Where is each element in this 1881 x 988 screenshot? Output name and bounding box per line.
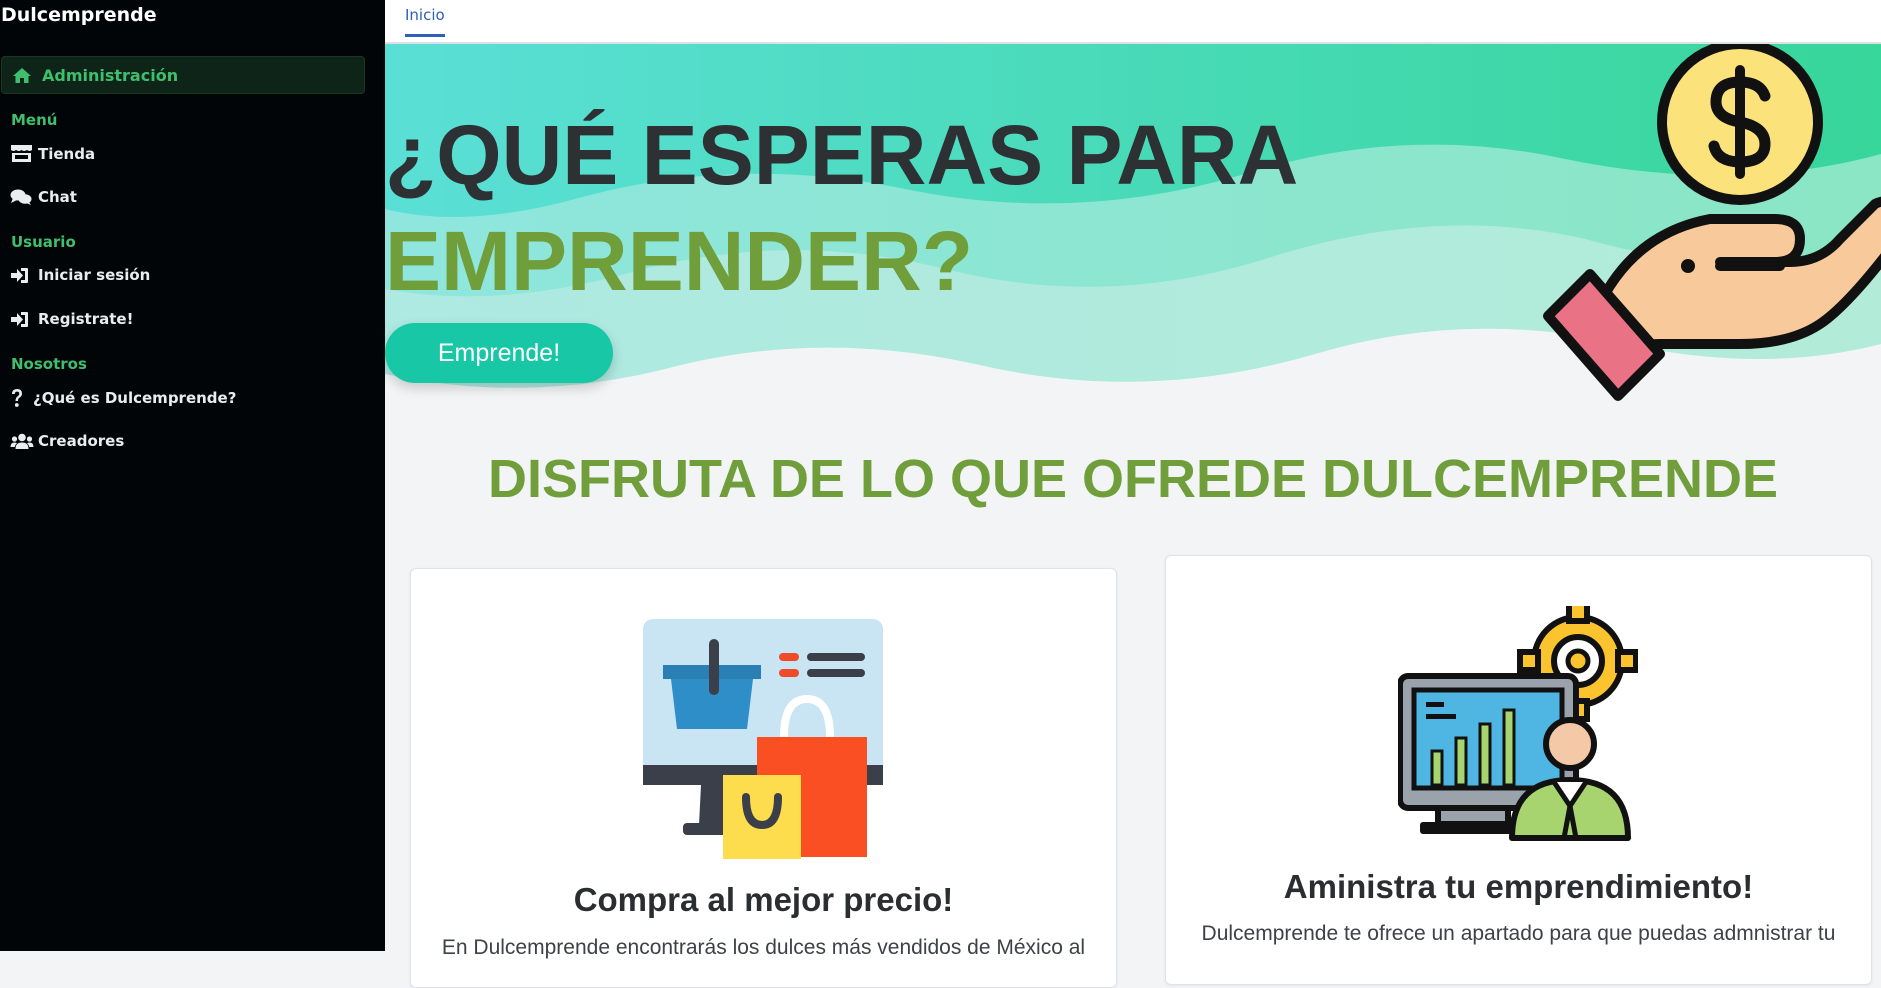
sidebar-item-registrate[interactable]: Registrate! <box>10 310 133 328</box>
home-icon <box>13 67 31 83</box>
sidebar-item-chat[interactable]: Chat <box>10 188 77 206</box>
sidebar-item-que-es[interactable]: ¿Qué es Dulcemprende? <box>10 388 236 408</box>
sign-in-icon <box>10 311 38 328</box>
sidebar-item-label: Registrate! <box>38 310 134 328</box>
sidebar-item-administracion[interactable]: Administración <box>1 56 365 94</box>
sidebar-item-tienda[interactable]: Tienda <box>10 144 95 163</box>
sidebar-item-creadores[interactable]: Creadores <box>10 432 124 450</box>
admin-dashboard-icon <box>1398 606 1638 841</box>
sidebar: Dulcemprende Administración Menú Tienda <box>0 0 385 951</box>
sidebar-item-label: Administración <box>42 65 179 85</box>
sidebar-item-iniciar-sesion[interactable]: Iniciar sesión <box>10 266 150 284</box>
sidebar-item-label: Creadores <box>38 432 125 450</box>
chat-icon <box>10 188 38 206</box>
hero-banner: ¿QUÉ ESPERAS PARA EMPRENDER? Emprende! <box>385 44 1881 404</box>
tab-inicio[interactable]: Inicio <box>405 6 445 37</box>
features-heading: DISFRUTA DE LO QUE OFREDE DULCEMPRENDE <box>487 449 1779 509</box>
sign-in-icon <box>10 267 38 284</box>
hero-title: ¿QUÉ ESPERAS PARA EMPRENDER? <box>385 102 1298 314</box>
brand-title[interactable]: Dulcemprende <box>1 4 157 26</box>
shopping-monitor-icon <box>643 619 883 859</box>
sidebar-item-label: Chat <box>38 188 77 206</box>
store-icon <box>10 144 38 163</box>
feature-card-administra: Aministra tu emprendimiento! Dulcemprend… <box>1165 555 1872 985</box>
hero-title-line2: EMPRENDER? <box>385 214 974 308</box>
question-icon <box>10 388 33 408</box>
hero-title-line1: ¿QUÉ ESPERAS PARA <box>385 108 1299 202</box>
sidebar-item-label: Tienda <box>38 144 96 163</box>
users-icon <box>10 433 38 450</box>
card-text: Dulcemprende te ofrece un apartado para … <box>1201 922 1836 945</box>
hand-coin-icon <box>1543 44 1881 401</box>
card-title: Aministra tu emprendimiento! <box>1283 868 1754 905</box>
sidebar-item-label: ¿Qué es Dulcemprende? <box>33 389 237 407</box>
emprende-button[interactable]: Emprende! <box>385 323 613 383</box>
card-text: En Dulcemprende encontrarás los dulces m… <box>441 936 1086 959</box>
sidebar-section-menu: Menú <box>11 111 58 129</box>
sidebar-section-nosotros: Nosotros <box>11 355 87 373</box>
sidebar-item-label: Iniciar sesión <box>38 266 151 284</box>
top-navbar: Inicio <box>385 0 1881 44</box>
feature-card-compra: Compra al mejor precio! En Dulcemprende … <box>410 568 1117 988</box>
card-title: Compra al mejor precio! <box>573 881 954 918</box>
sidebar-section-usuario: Usuario <box>11 233 76 251</box>
